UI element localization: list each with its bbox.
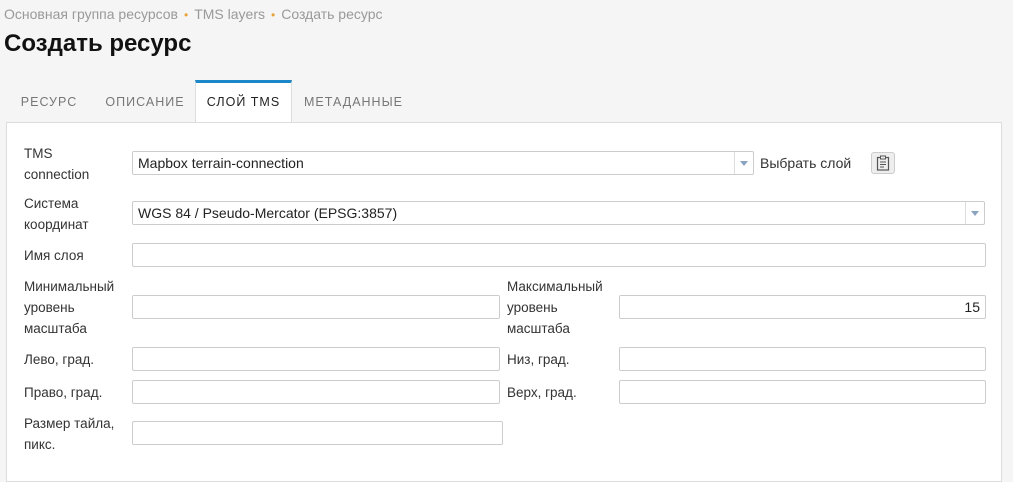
tile-size-input[interactable]	[132, 421, 503, 445]
tab-resource[interactable]: Ресурс	[6, 80, 92, 122]
breadcrumb-separator: •	[184, 8, 189, 22]
min-zoom-input[interactable]	[132, 295, 500, 319]
connection-select-value: Mapbox terrain-connection	[138, 155, 304, 171]
breadcrumb: Основная группа ресурсов • TMS layers • Созд…	[4, 6, 383, 22]
top-label: Верх, град.	[507, 385, 577, 400]
right-input[interactable]	[132, 380, 500, 404]
breadcrumb-tms-layers-link[interactable]: TMS layers	[194, 6, 265, 22]
chevron-down-icon[interactable]	[734, 152, 753, 174]
tab-metadata[interactable]: Метаданные	[296, 80, 411, 122]
clipboard-button[interactable]	[871, 152, 895, 174]
srs-select-value: WGS 84 / Pseudo-Mercator (EPSG:3857)	[138, 205, 398, 221]
connection-select[interactable]: Mapbox terrain-connection	[132, 151, 754, 175]
min-zoom-label: Минимальный уровень масштаба	[24, 279, 115, 336]
connection-label: TMS connection	[24, 146, 90, 182]
max-zoom-input[interactable]	[619, 295, 986, 319]
chevron-down-icon[interactable]	[965, 202, 984, 224]
tab-tms-layer[interactable]: Слой TMS	[195, 80, 292, 123]
clipboard-icon	[876, 155, 890, 171]
right-label: Право, град.	[24, 385, 103, 400]
breadcrumb-current: Создать ресурс	[281, 6, 383, 22]
breadcrumb-root-link[interactable]: Основная группа ресурсов	[4, 6, 178, 22]
tab-description[interactable]: Описание	[96, 80, 194, 122]
page-title: Создать ресурс	[4, 30, 192, 57]
bottom-label: Низ, град.	[507, 352, 570, 367]
pick-layer-link[interactable]: Выбрать слой	[760, 155, 851, 171]
breadcrumb-separator: •	[271, 8, 276, 22]
max-zoom-label: Максимальный уровень масштаба	[507, 279, 603, 336]
form-panel: TMS connection Mapbox terrain-connection …	[6, 122, 1002, 482]
tile-size-label: Размер тайла, пикс.	[24, 416, 115, 452]
layer-name-label: Имя слоя	[24, 248, 84, 263]
left-input[interactable]	[132, 347, 500, 371]
layer-name-input[interactable]	[132, 243, 986, 267]
top-input[interactable]	[619, 380, 986, 404]
srs-select[interactable]: WGS 84 / Pseudo-Mercator (EPSG:3857)	[132, 201, 985, 225]
bottom-input[interactable]	[619, 347, 986, 371]
srs-label: Система координат	[24, 196, 89, 232]
left-label: Лево, град.	[24, 352, 94, 367]
